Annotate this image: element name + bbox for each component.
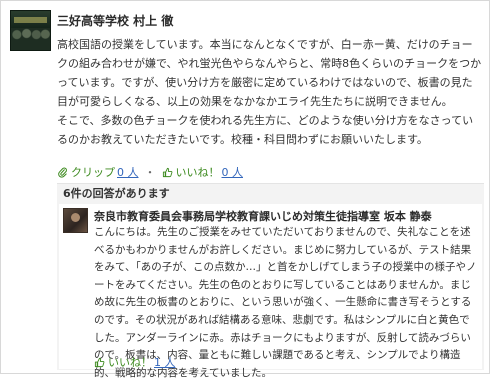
answer-author-avatar[interactable]	[63, 208, 88, 233]
post-actions: クリップ 0 人 ・ いいね！ 0 人	[57, 165, 243, 179]
post-paragraph: 高校国語の授業をしています。本当になんとなくですが、白ー赤ー黄、だけのチョークの…	[57, 38, 482, 108]
post-body: 高校国語の授業をしています。本当になんとなくですが、白ー赤ー黄、だけのチョークの…	[57, 35, 483, 149]
clip-count-link[interactable]: 0 人	[117, 164, 139, 180]
thumbs-up-icon	[162, 167, 172, 177]
action-separator: ・	[144, 166, 156, 179]
answers-panel: 6件の回答があります 奈良市教育委員会事務局学校教育課いじめ対策生徒指導室 坂本…	[57, 183, 484, 379]
answer-author-name[interactable]: 奈良市教育委員会事務局学校教育課いじめ対策生徒指導室 坂本 静泰	[94, 208, 432, 224]
answer-like-label[interactable]: いいね！	[108, 354, 152, 370]
post-author-name[interactable]: 三好高等学校 村上 徹	[57, 12, 173, 29]
like-count-link[interactable]: 0 人	[222, 164, 244, 180]
avatar-banner	[14, 17, 47, 23]
answers-count-heading: 6件の回答があります	[63, 187, 170, 200]
answer-like-count-link[interactable]: 1 人	[154, 354, 176, 370]
author-avatar[interactable]	[10, 10, 51, 51]
qa-thread: 三好高等学校 村上 徹 高校国語の授業をしています。本当になんとなくですが、白ー…	[0, 0, 490, 379]
like-label[interactable]: いいね！	[176, 164, 220, 180]
avatar-crowd	[11, 28, 50, 50]
answer-actions: いいね！ 1 人	[94, 354, 176, 370]
post-paragraph: そこで、多数の色チョークを使われる先生方に、どのような使い分け方をなさっているの…	[57, 114, 474, 146]
thumbs-up-icon	[94, 357, 105, 367]
paperclip-icon	[58, 167, 67, 178]
answer-item: 奈良市教育委員会事務局学校教育課いじめ対策生徒指導室 坂本 静泰 こんにちは。先…	[59, 204, 482, 379]
clip-label[interactable]: クリップ	[71, 164, 115, 180]
